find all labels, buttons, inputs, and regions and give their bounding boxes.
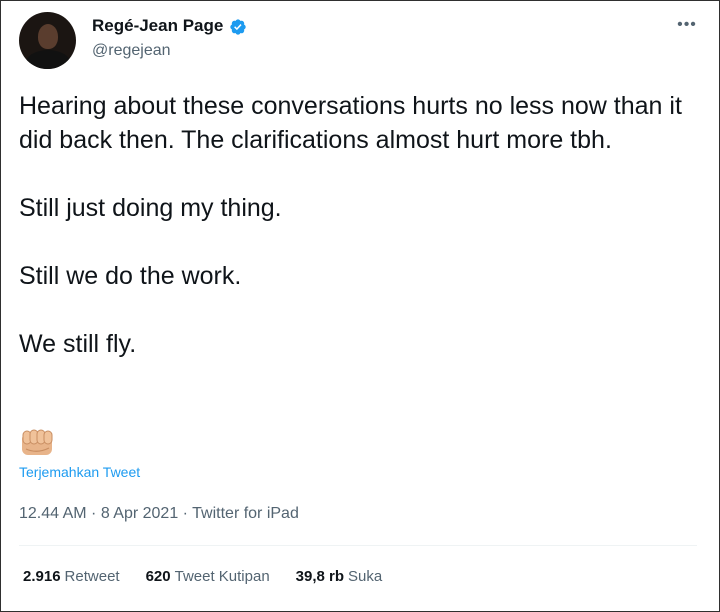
quotes-count: 620 <box>145 568 171 585</box>
likes-count: 39,8 rb <box>295 568 345 585</box>
more-options-icon[interactable]: ••• <box>675 15 699 35</box>
tweet-meta[interactable]: 12.44 AM · 8 Apr 2021 · Twitter for iPad <box>19 505 299 523</box>
tweet-card: Regé-Jean Page @regejean ••• Hearing abo… <box>0 0 720 612</box>
tweet-paragraph: We still fly. <box>19 330 137 358</box>
avatar-face <box>38 24 58 49</box>
quotes-stat[interactable]: 620 Tweet Kutipan <box>146 568 270 585</box>
divider <box>19 545 697 546</box>
retweets-count: 2.916 <box>23 568 61 585</box>
tweet-paragraph: Hearing about these conversations hurts … <box>19 92 682 154</box>
quotes-label: Tweet Kutipan <box>174 568 270 585</box>
tweet-text: Hearing about these conversations hurts … <box>19 89 699 395</box>
retweets-stat[interactable]: 2.916 Retweet <box>23 568 120 585</box>
fist-icon <box>22 429 53 455</box>
author-name[interactable]: Regé-Jean Page <box>92 16 223 36</box>
author-handle[interactable]: @regejean <box>92 42 171 60</box>
translate-link[interactable]: Terjemahkan Tweet <box>19 464 140 480</box>
tweet-stats: 2.916 Retweet 620 Tweet Kutipan 39,8 rb Suk… <box>23 568 408 585</box>
retweets-label: Retweet <box>64 568 120 585</box>
avatar-shoulders <box>25 50 71 69</box>
tweet-paragraph: Still we do the work. <box>19 262 242 290</box>
avatar[interactable] <box>19 12 76 69</box>
tweet-paragraph: Still just doing my thing. <box>19 194 282 222</box>
likes-stat[interactable]: 39,8 rb Suka <box>296 568 383 585</box>
verified-badge-icon <box>230 19 246 35</box>
likes-label: Suka <box>348 568 383 585</box>
